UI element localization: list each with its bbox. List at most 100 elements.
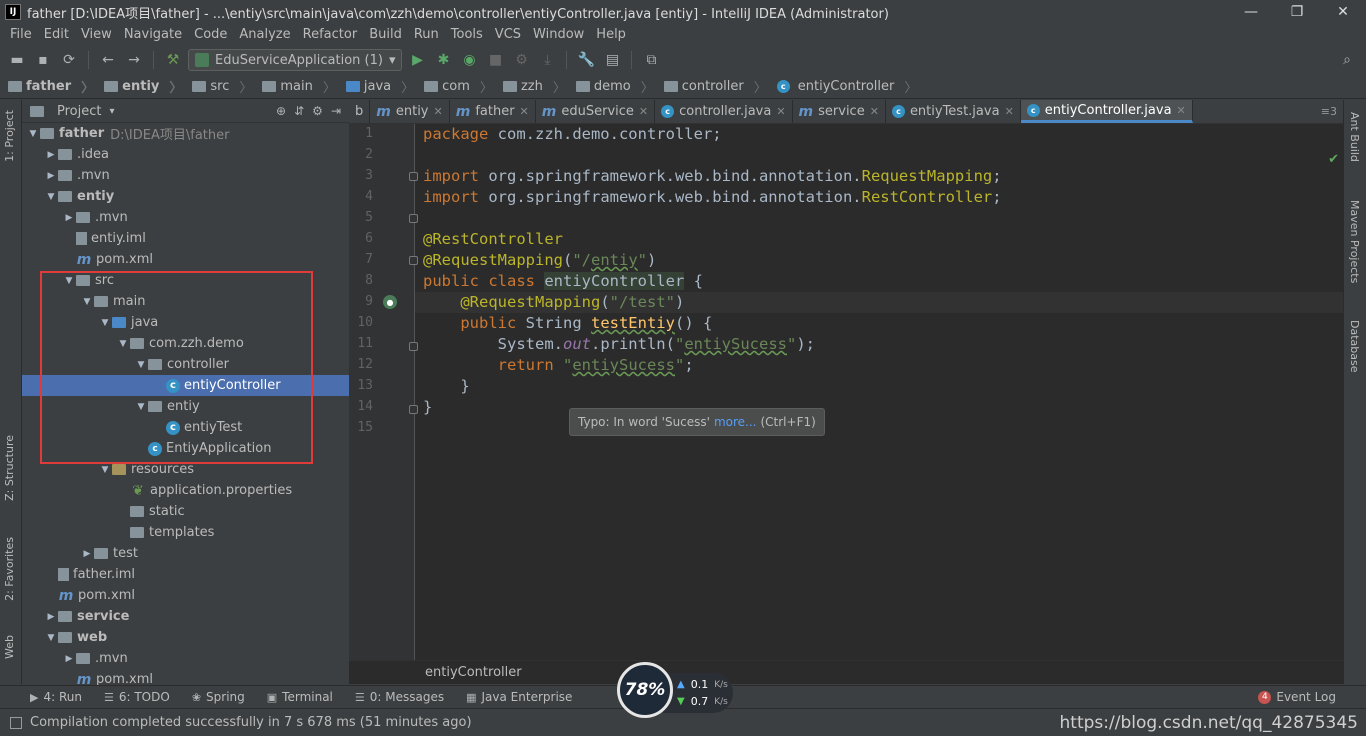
breadcrumb-item[interactable]: c entiyController 〉 [776,77,917,96]
save-icon[interactable]: ▪ [32,49,54,71]
coverage-icon[interactable]: ◉ [458,49,480,71]
debug-icon[interactable]: ✱ [432,49,454,71]
project-tool-tab[interactable]: 1: Project [3,110,16,162]
network-speed-widget[interactable]: ▲ 0.1 K/s ▼ 0.7 K/s 78% [617,660,733,720]
breadcrumb-item[interactable]: entiy 〉 [104,77,182,96]
menu-run[interactable]: Run [408,27,445,42]
breadcrumb-item[interactable]: controller 〉 [663,77,767,96]
bottom-tool-tab[interactable]: ❀ Spring [192,690,245,704]
back-icon[interactable]: ← [97,49,119,71]
update-icon[interactable]: ⤓ [536,49,558,71]
tree-item[interactable]: c entiyController [22,375,349,396]
expand-arrow-icon[interactable]: ▼ [116,339,130,349]
tree-item[interactable]: ▼ entiy [22,396,349,417]
attach-debugger-icon[interactable]: ⚙ [510,49,532,71]
tree-item[interactable]: ▼ src [22,270,349,291]
menu-code[interactable]: Code [188,27,233,42]
spring-bean-gutter-icon[interactable]: ● [383,295,397,309]
tree-item[interactable]: ▼ father D:\IDEA项目\father [22,123,349,144]
tree-item[interactable]: ▶ .mvn [22,207,349,228]
editor-tab[interactable]: m father ✕ [450,100,536,123]
menu-navigate[interactable]: Navigate [118,27,188,42]
tab-overflow-menu[interactable]: ≡3 [1315,100,1343,123]
expand-arrow-icon[interactable]: ▼ [26,129,40,139]
menu-view[interactable]: View [75,27,118,42]
tree-item[interactable]: ❦ application.properties [22,480,349,501]
editor-tab[interactable]: c entiyTest.java ✕ [886,100,1021,123]
close-tab-icon[interactable]: ✕ [1177,104,1186,117]
tree-item[interactable]: ▶ test [22,543,349,564]
breadcrumb-item[interactable]: zzh 〉 [502,77,566,96]
expand-arrow-icon[interactable]: ▼ [80,297,94,307]
sdk-icon[interactable]: ⧉ [640,49,662,71]
event-log-button[interactable]: 4 Event Log [1258,690,1336,704]
tree-item[interactable]: entiy.iml [22,228,349,249]
breadcrumb-item[interactable]: father 〉 [8,77,94,96]
menu-build[interactable]: Build [363,27,408,42]
editor-tab[interactable]: c controller.java ✕ [655,100,793,123]
expand-arrow-icon[interactable]: ▼ [134,402,148,412]
collapse-arrow-icon[interactable]: ▶ [62,213,76,223]
menu-vcs[interactable]: VCS [489,27,527,42]
tree-item[interactable]: ▶ .mvn [22,648,349,669]
expand-arrow-icon[interactable]: ▼ [134,360,148,370]
fold-marker[interactable] [409,256,418,265]
fold-marker[interactable] [409,342,418,351]
bottom-tool-tab[interactable]: ▣ Terminal [267,690,333,704]
fold-marker[interactable] [409,214,418,223]
tree-item[interactable]: ▶ .mvn [22,165,349,186]
menu-analyze[interactable]: Analyze [233,27,296,42]
close-tab-icon[interactable]: ✕ [434,105,443,118]
sync-icon[interactable]: ⟳ [58,49,80,71]
tree-item[interactable]: ▶ .idea [22,144,349,165]
editor-breadcrumb[interactable]: entiyController [349,660,1343,684]
maven-projects-tool-tab[interactable]: Maven Projects [1348,200,1361,283]
favorites-tool-tab[interactable]: 2: Favorites [3,537,16,601]
close-tab-icon[interactable]: ✕ [1005,105,1014,118]
search-icon[interactable]: ⌕ [1336,49,1358,71]
menu-tools[interactable]: Tools [445,27,489,42]
tree-item[interactable]: m pom.xml [22,585,349,606]
project-view-selector[interactable]: Project [57,104,101,119]
tree-item[interactable]: father.iml [22,564,349,585]
tree-item[interactable]: c entiyTest [22,417,349,438]
menu-edit[interactable]: Edit [38,27,75,42]
breadcrumb-item[interactable]: com 〉 [424,77,493,96]
breadcrumb-item[interactable]: demo 〉 [575,77,654,96]
expand-arrow-icon[interactable]: ▼ [44,633,58,643]
web-tool-tab[interactable]: Web [3,635,16,659]
collapse-arrow-icon[interactable]: ▶ [80,549,94,559]
collapse-arrow-icon[interactable]: ▶ [44,171,58,181]
menu-file[interactable]: File [4,27,38,42]
tree-item[interactable]: ▼ entiy [22,186,349,207]
bottom-tool-tab[interactable]: ▦ Java Enterprise [466,690,572,704]
ant-build-tool-tab[interactable]: Ant Build [1348,112,1361,162]
menu-refactor[interactable]: Refactor [297,27,364,42]
forward-icon[interactable]: → [123,49,145,71]
minimize-icon[interactable]: — [1228,0,1274,24]
tree-item[interactable]: m pom.xml [22,249,349,270]
expand-arrow-icon[interactable]: ▼ [62,276,76,286]
open-folder-icon[interactable]: ▬ [6,49,28,71]
scroll-from-source-icon[interactable]: ⊕ [276,104,286,118]
close-tab-icon[interactable]: ✕ [776,105,785,118]
menu-window[interactable]: Window [527,27,590,42]
tree-item[interactable]: templates [22,522,349,543]
fold-marker[interactable] [409,405,418,414]
close-tab-icon[interactable]: ✕ [639,105,648,118]
structure-tool-tab[interactable]: Z: Structure [3,435,16,501]
editor-tab[interactable]: c entiyController.java ✕ [1020,100,1193,123]
tree-item[interactable]: static [22,501,349,522]
build-hammer-icon[interactable]: ⚒ [162,49,184,71]
gear-icon[interactable]: ⚙ [312,104,323,118]
editor-tab[interactable]: m service ✕ [793,100,886,123]
breadcrumb-item[interactable]: java 〉 [345,77,414,96]
run-icon[interactable]: ▶ [406,49,428,71]
tree-item[interactable]: ▼ main [22,291,349,312]
restore-icon[interactable]: ❐ [1274,0,1320,24]
toggle-tool-windows-icon[interactable] [10,716,22,729]
expand-arrow-icon[interactable]: ▼ [98,318,112,328]
bottom-tool-tab[interactable]: ☰ 0: Messages [355,690,444,704]
code-editor[interactable]: 1 2 3 4 5 6 7 8 9 10 11 12 13 14 15 ● package com.zzh.… [349,124,1343,660]
close-icon[interactable]: ✕ [1320,0,1366,24]
